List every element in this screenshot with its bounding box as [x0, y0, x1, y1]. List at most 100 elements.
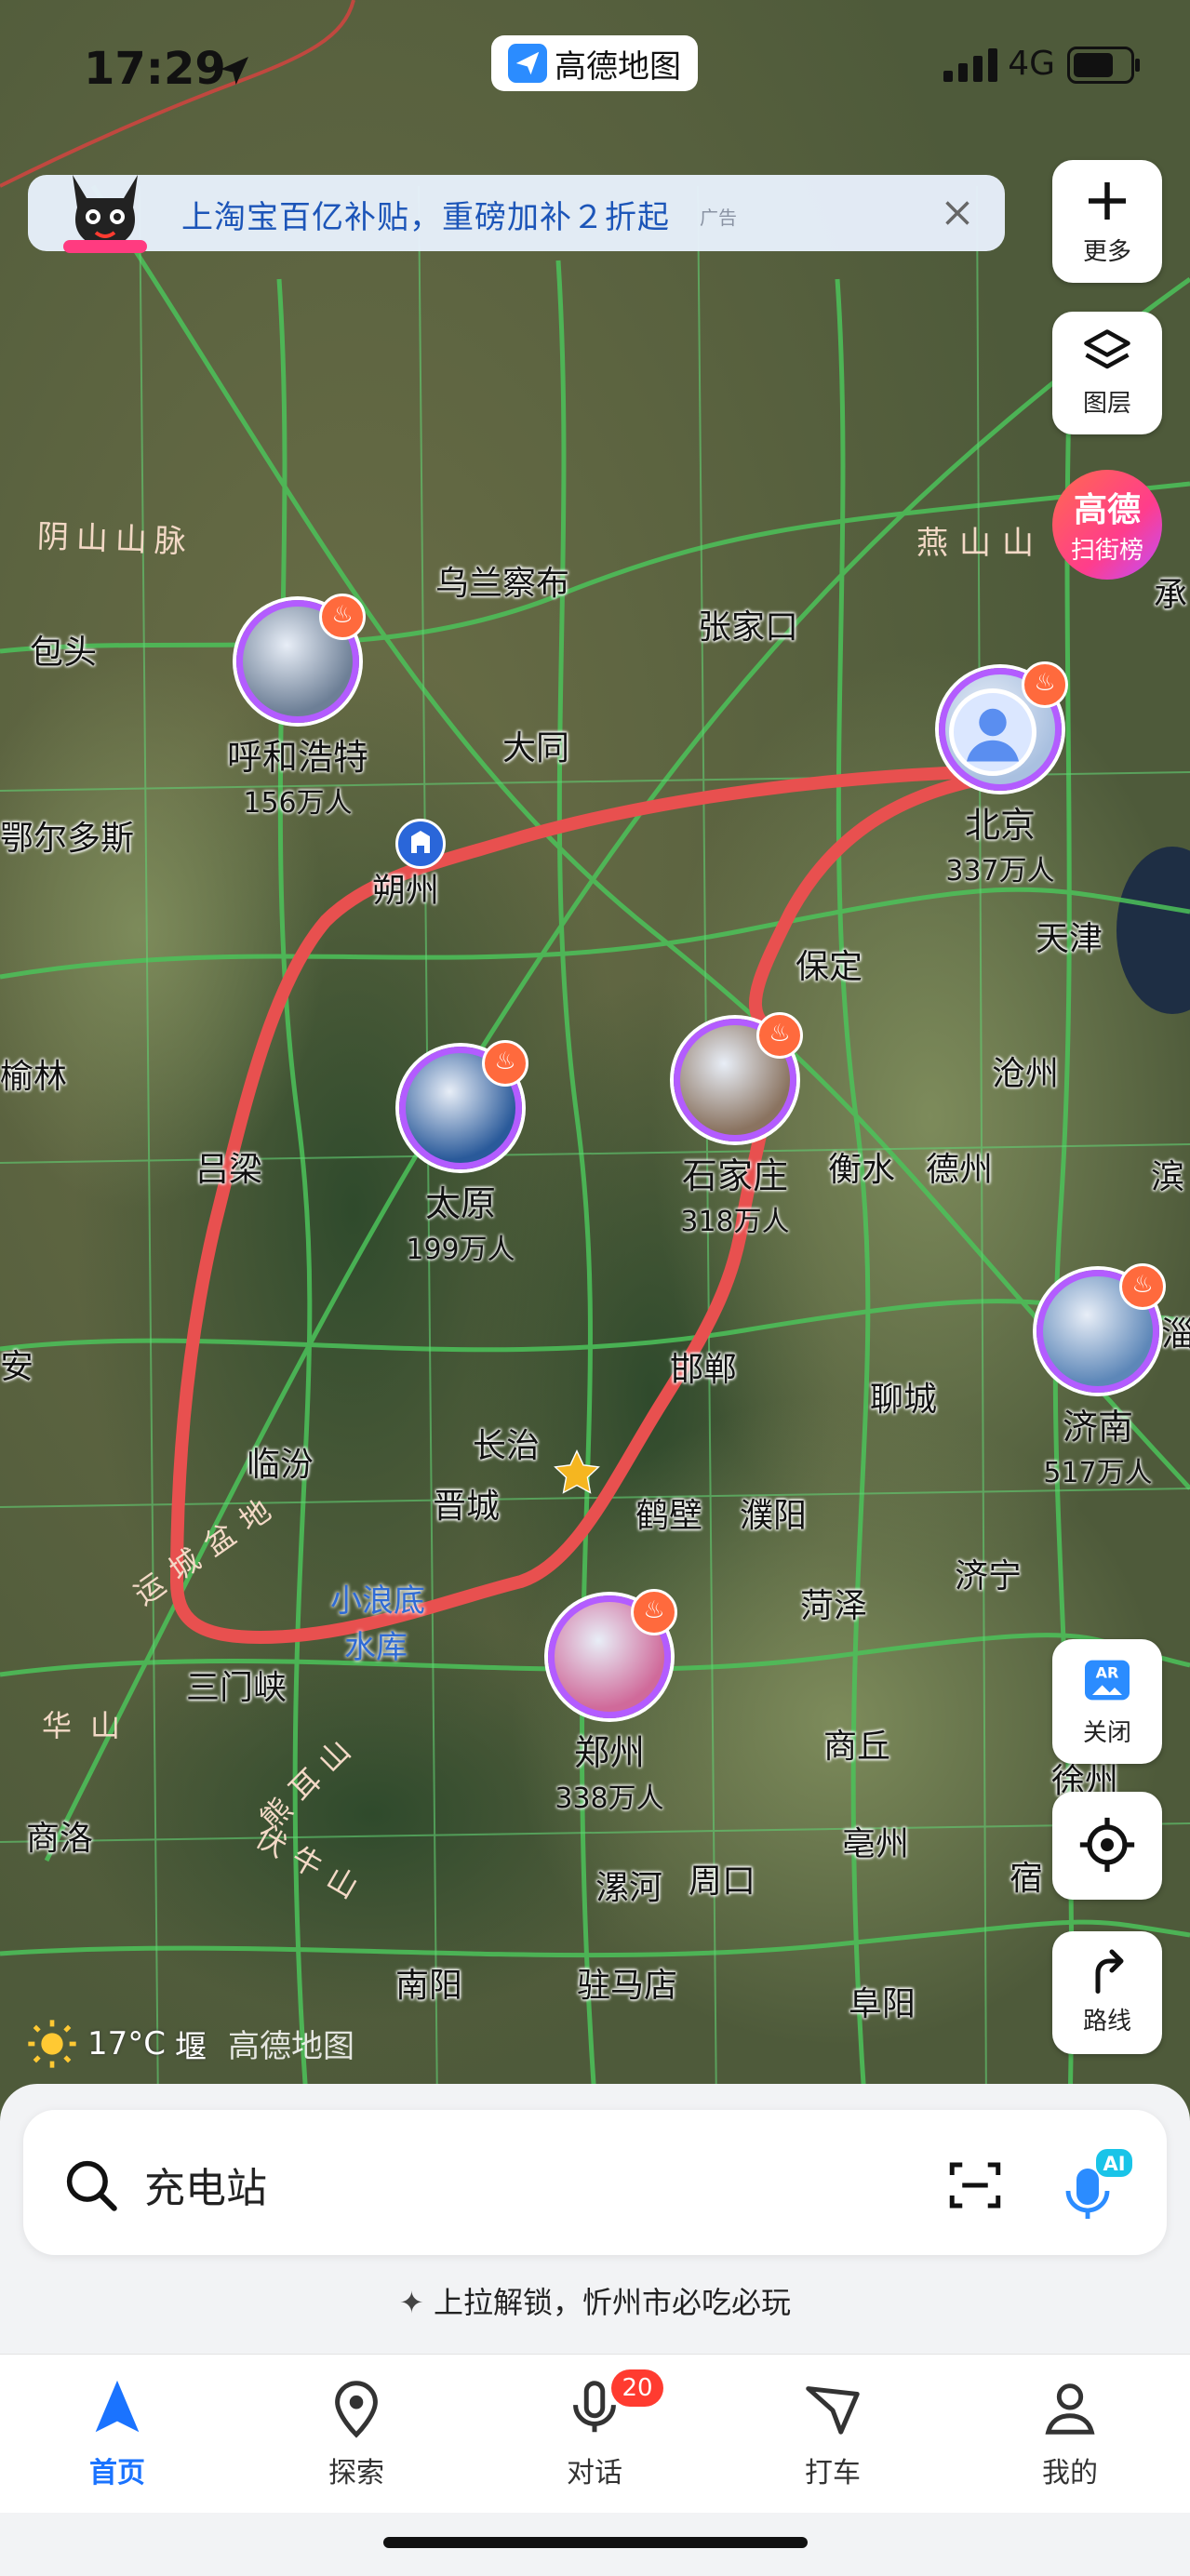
street-ranking-button[interactable]: 高德 扫街榜: [1052, 470, 1162, 580]
route-button[interactable]: 路线: [1052, 1931, 1162, 2054]
city-label[interactable]: 漯河: [595, 1861, 662, 1909]
city-label[interactable]: 德州: [926, 1142, 993, 1191]
fire-icon: ♨: [1119, 1263, 1166, 1310]
poi-station-icon[interactable]: [395, 819, 446, 869]
unlock-hint-text: 上拉解锁，忻州市必吃必玩: [433, 2285, 791, 2320]
city-label[interactable]: 菏泽: [800, 1579, 867, 1627]
tmall-mascot-icon: [54, 166, 156, 262]
city-photo-bubble[interactable]: ♨: [548, 1589, 677, 1718]
search-box[interactable]: 充电站 AI: [23, 2110, 1167, 2255]
ranking-title: 高德: [1073, 491, 1141, 529]
hot-city-marker[interactable]: ♨ 石家庄 318万人: [642, 1012, 828, 1239]
city-label[interactable]: 朔州: [372, 863, 439, 912]
city-photo-bubble[interactable]: ♨: [674, 1012, 803, 1141]
ar-toggle-button[interactable]: AR 关闭: [1052, 1639, 1162, 1764]
home-indicator: [383, 2537, 808, 2548]
city-photo-bubble[interactable]: ♨: [399, 1040, 528, 1169]
city-label[interactable]: 榆林: [0, 1049, 67, 1098]
city-label[interactable]: 驻马店: [577, 1958, 677, 2007]
ai-voice-icon[interactable]: AI: [1054, 2143, 1138, 2227]
city-label[interactable]: 承: [1154, 567, 1187, 616]
fire-icon: ♨: [756, 1012, 803, 1059]
favorite-star-icon[interactable]: [551, 1447, 603, 1502]
city-label[interactable]: 宿: [1009, 1851, 1043, 1900]
terrain-label: 小浪底: [330, 1582, 425, 1620]
city-photo-bubble[interactable]: ♨: [1036, 1263, 1166, 1393]
taxi-arrow-icon: [806, 2386, 860, 2435]
city-label[interactable]: 鄂尔多斯: [0, 811, 134, 860]
hot-city-name: 济南: [1062, 1407, 1133, 1448]
sun-icon: [28, 2020, 76, 2068]
tab-label: 首页: [89, 2457, 145, 2489]
locate-button[interactable]: [1052, 1792, 1162, 1900]
hot-city-population: 337万人: [945, 855, 1055, 888]
ad-tag: 广告: [700, 207, 737, 229]
city-label[interactable]: 阜阳: [849, 1977, 916, 2025]
city-label[interactable]: 商洛: [26, 1811, 93, 1860]
status-time: 17:29: [84, 43, 226, 95]
temperature: 17°C: [87, 2025, 167, 2062]
ad-banner[interactable]: 上淘宝百亿补贴，重磅加补２折起 广告: [28, 175, 1005, 253]
terrain-label: 水库: [344, 1629, 408, 1666]
city-photo-bubble[interactable]: ♨: [236, 594, 366, 723]
layers-button[interactable]: 图层: [1052, 312, 1162, 434]
ad-text: 上淘宝百亿补贴，重磅加补２折起: [181, 199, 670, 236]
city-label[interactable]: 衡水: [828, 1142, 895, 1191]
city-label[interactable]: 长治: [473, 1419, 540, 1467]
hot-city-name: 呼和浩特: [226, 737, 368, 778]
hot-city-marker[interactable]: ♨ 郑州 338万人: [516, 1589, 702, 1816]
hot-city-name: 石家庄: [681, 1155, 788, 1196]
city-label[interactable]: 滨: [1151, 1150, 1184, 1198]
battery-icon: [1067, 47, 1140, 84]
status-bar: 17:29 高德地图 4G: [0, 35, 1190, 100]
city-label[interactable]: 沧州: [992, 1047, 1059, 1095]
city-label[interactable]: 亳州: [842, 1817, 909, 1865]
city-label[interactable]: 南阳: [395, 1958, 462, 2007]
city-label[interactable]: 聊城: [870, 1372, 937, 1421]
terrain-label: 阴山山脉: [36, 518, 194, 561]
hot-city-marker[interactable]: ♨ 太原 199万人: [368, 1040, 554, 1267]
city-label[interactable]: 张家口: [698, 600, 798, 648]
svg-text:AR: AR: [1096, 1663, 1119, 1681]
city-label[interactable]: 邯郸: [670, 1342, 737, 1391]
city-label[interactable]: 周口: [689, 1854, 755, 1902]
location-arrow-icon: [216, 52, 253, 93]
more-button[interactable]: 更多: [1052, 160, 1162, 283]
city-label[interactable]: 三门峡: [186, 1661, 287, 1709]
city-label[interactable]: 天津: [1036, 912, 1103, 960]
hot-city-marker[interactable]: ♨ 呼和浩特 156万人: [205, 594, 391, 821]
city-label[interactable]: 晋城: [433, 1479, 500, 1528]
close-icon[interactable]: [936, 192, 979, 234]
city-label[interactable]: 包头: [30, 625, 97, 674]
city-label[interactable]: 乌兰察布: [435, 556, 569, 605]
search-icon: [66, 2160, 117, 2211]
user-location-avatar[interactable]: [949, 688, 1036, 776]
tab-taxi[interactable]: 打车: [749, 2355, 916, 2490]
city-label[interactable]: 商丘: [823, 1719, 890, 1768]
layers-icon: [1084, 329, 1130, 369]
navigation-arrow-icon: [95, 2380, 140, 2433]
city-label[interactable]: 濮阳: [740, 1488, 807, 1537]
app-brand: 高德地图: [491, 35, 698, 91]
tab-explore[interactable]: 探索: [273, 2355, 440, 2490]
city-label[interactable]: 临汾: [247, 1437, 314, 1486]
scan-icon[interactable]: [944, 2155, 1006, 2216]
hot-city-marker[interactable]: ♨ 济南 517万人: [1005, 1263, 1190, 1490]
app-name: 高德地图: [555, 47, 681, 86]
weather-widget[interactable]: 17°C 堰: [26, 2017, 207, 2071]
tab-label: 打车: [805, 2457, 861, 2489]
city-label[interactable]: 保定: [796, 940, 862, 988]
search-input[interactable]: 充电站: [144, 2155, 267, 2214]
tab-profile[interactable]: 我的: [986, 2355, 1154, 2490]
layers-label: 图层: [1082, 390, 1131, 418]
city-label[interactable]: 安: [0, 1340, 33, 1388]
tab-home[interactable]: 首页: [33, 2355, 201, 2490]
bottom-panel[interactable]: 充电站 AI ✦ 上拉解锁，忻州市必吃必玩 首页 探索 对话 20 打车 我的: [0, 2084, 1190, 2576]
city-label[interactable]: 吕梁: [195, 1142, 262, 1191]
unlock-hint[interactable]: ✦ 上拉解锁，忻州市必吃必玩: [0, 2279, 1190, 2322]
more-label: 更多: [1082, 238, 1131, 266]
city-label[interactable]: 济宁: [955, 1549, 1022, 1597]
city-label[interactable]: 鹤壁: [635, 1488, 702, 1537]
tab-chat[interactable]: 对话 20: [511, 2355, 678, 2490]
city-label[interactable]: 大同: [502, 721, 569, 769]
